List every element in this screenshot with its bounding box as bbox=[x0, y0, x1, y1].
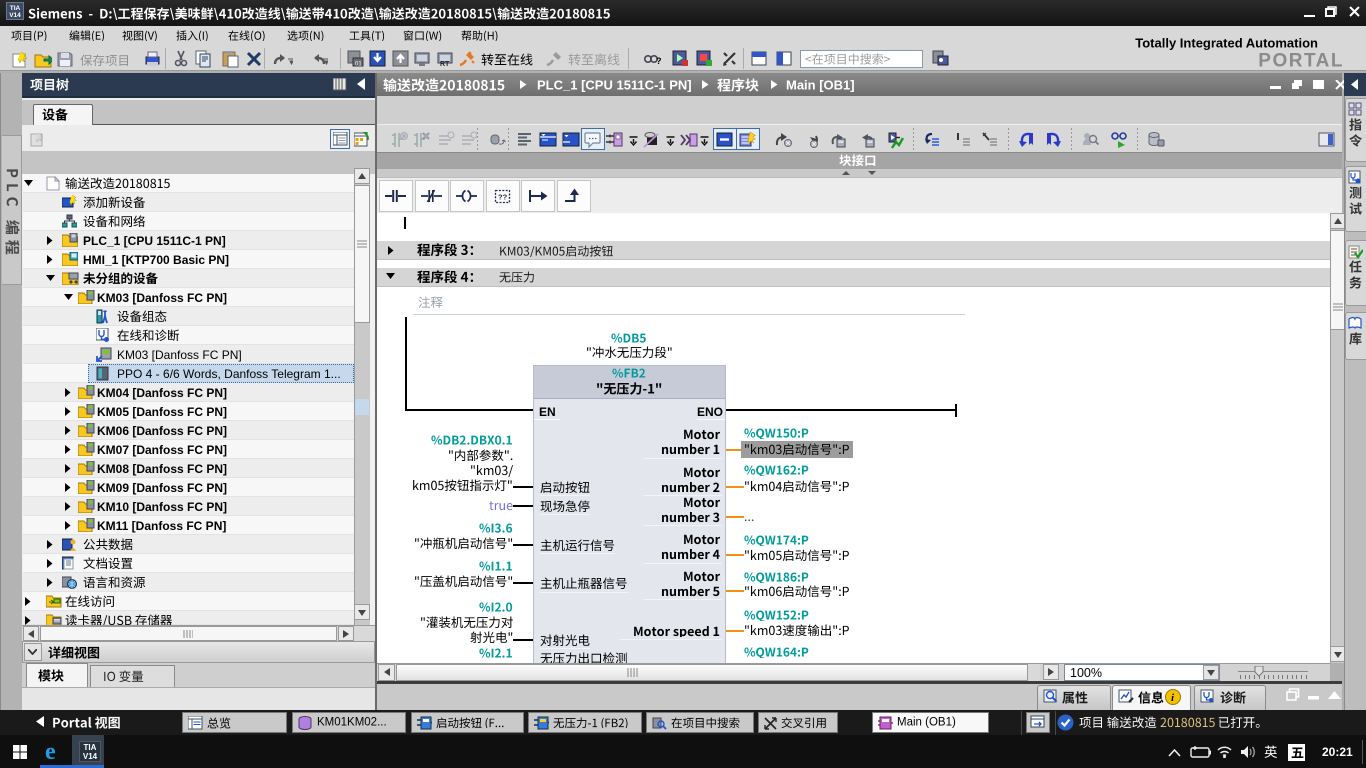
svg-text:e: e bbox=[45, 740, 56, 763]
svg-text:??: ?? bbox=[498, 193, 508, 202]
svg-text:RT: RT bbox=[440, 61, 450, 68]
svg-text:01: 01 bbox=[355, 62, 362, 68]
svg-text:?: ? bbox=[656, 56, 662, 66]
